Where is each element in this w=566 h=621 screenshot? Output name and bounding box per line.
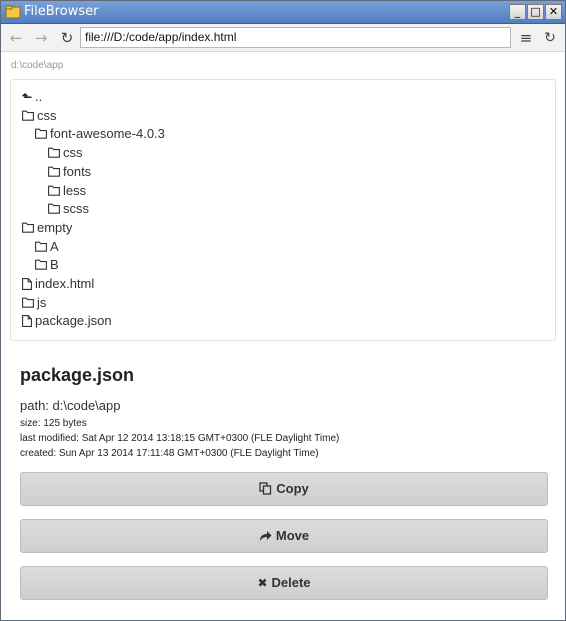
folder-icon <box>48 166 60 177</box>
folder-icon <box>35 129 47 140</box>
delete-label: Delete <box>271 575 311 590</box>
file-tree: ⬑.. css font-awesome-4.0.3 css fonts less scss… <box>10 79 556 341</box>
folder-icon <box>35 260 47 271</box>
file-modified-date: last modified: Sat Apr 12 2014 13:18:15 … <box>20 433 340 444</box>
tree-item-label: js <box>37 294 47 310</box>
title-bar: FileBrowser _ □ ✕ <box>1 1 565 24</box>
maximize-button[interactable]: □ <box>527 4 544 20</box>
minimize-button[interactable]: _ <box>509 4 526 20</box>
browser-toolbar: ← → ↻ file:///D:/code/app/index.html ≡ ↻ <box>1 24 565 52</box>
tree-item-label: .. <box>35 89 43 104</box>
tree-item-label: css <box>37 107 57 123</box>
tree-item-label: B <box>50 257 59 273</box>
tree-item-folder[interactable]: A <box>35 238 59 256</box>
tree-item-folder[interactable]: fonts <box>48 163 91 181</box>
tree-item-label: scss <box>63 201 89 217</box>
file-icon <box>22 315 32 327</box>
tree-item-folder[interactable]: empty <box>22 219 72 237</box>
file-icon <box>22 277 32 290</box>
folder-icon <box>48 203 60 214</box>
back-arrow-icon[interactable]: ← <box>7 28 25 48</box>
tree-item-file[interactable]: index.html <box>22 275 94 293</box>
folder-icon <box>22 110 34 121</box>
level-up-icon: ⬑ <box>22 90 33 104</box>
tree-item-label: css <box>63 145 83 161</box>
file-size: size: 125 bytes <box>20 418 87 429</box>
move-button[interactable]: Move <box>20 519 548 553</box>
close-button[interactable]: ✕ <box>545 4 562 20</box>
folder-icon <box>22 222 34 233</box>
tree-item-folder[interactable]: font-awesome-4.0.3 <box>35 125 165 143</box>
folder-icon <box>22 297 34 308</box>
tree-item-folder[interactable]: scss <box>48 200 89 218</box>
menu-icon[interactable]: ≡ <box>517 28 535 48</box>
browser-window: FileBrowser _ □ ✕ ← → ↻ file:///D:/code/… <box>0 0 566 621</box>
tree-item-label: empty <box>37 219 73 235</box>
tree-item-label: fonts <box>63 163 92 179</box>
tree-item-folder[interactable]: less <box>48 182 86 200</box>
breadcrumb: d:\code\app <box>11 60 64 71</box>
folder-icon <box>35 241 47 252</box>
file-name-heading: package.json <box>20 365 135 385</box>
address-bar[interactable]: file:///D:/code/app/index.html <box>80 27 511 48</box>
refresh-icon[interactable]: ↻ <box>541 28 559 48</box>
tree-item-label: A <box>50 238 59 254</box>
copy-icon <box>259 482 272 495</box>
file-created-date: created: Sun Apr 13 2014 17:11:48 GMT+03… <box>20 448 319 459</box>
tree-item-label: package.json <box>35 313 112 329</box>
forward-arrow-icon[interactable]: → <box>32 28 50 48</box>
times-icon: ✖ <box>257 575 268 590</box>
reload-icon[interactable]: ↻ <box>58 28 76 48</box>
tree-item-folder[interactable]: css <box>22 107 57 125</box>
tree-item-folder[interactable]: B <box>35 256 59 274</box>
tree-item-file[interactable]: package.json <box>22 312 112 330</box>
move-label: Move <box>275 528 310 543</box>
tree-item-label: less <box>63 182 87 198</box>
folder-icon <box>48 185 60 196</box>
copy-label: Copy <box>276 481 309 496</box>
copy-button[interactable]: Copy <box>20 472 548 506</box>
delete-button[interactable]: ✖ Delete <box>20 566 548 600</box>
tree-item-folder[interactable]: js <box>22 294 46 312</box>
window-title: FileBrowser <box>24 4 99 19</box>
folder-icon <box>48 147 60 158</box>
tree-item-parent[interactable]: ⬑.. <box>22 88 42 106</box>
tree-item-label: font-awesome-4.0.3 <box>50 126 165 142</box>
app-icon <box>5 5 21 19</box>
tree-item-label: index.html <box>35 276 95 291</box>
tree-item-folder[interactable]: css <box>48 144 83 162</box>
share-arrow-icon <box>259 530 272 541</box>
file-path: path: d:\code\app <box>20 398 121 413</box>
